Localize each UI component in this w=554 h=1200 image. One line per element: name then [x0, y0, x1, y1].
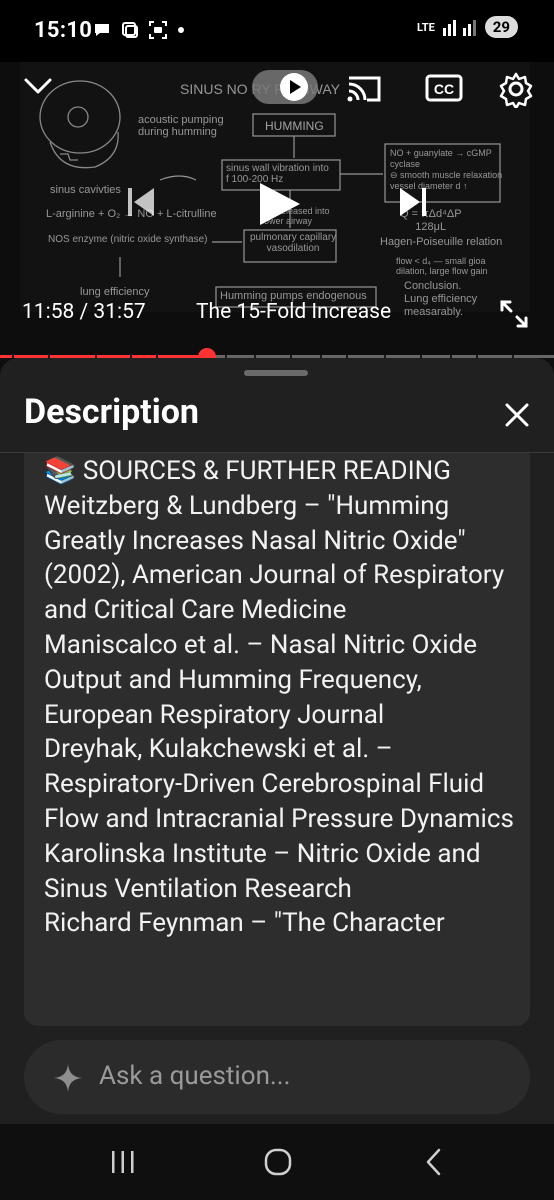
recents-icon[interactable]	[108, 1148, 138, 1176]
notification-icons	[92, 20, 186, 40]
status-bar: 15:10 LTE 29	[0, 0, 554, 62]
chat-icon	[95, 24, 109, 36]
sparkle-icon	[54, 1064, 82, 1092]
battery-indicator: 29	[484, 16, 518, 38]
svg-text:CC: CC	[434, 81, 454, 97]
signal-icon	[442, 20, 476, 36]
video-timecode: 11:58 / 31:57	[22, 300, 146, 324]
network-label: LTE	[417, 20, 435, 34]
ask-placeholder: Ask a question...	[99, 1061, 291, 1091]
home-icon[interactable]	[262, 1146, 294, 1178]
status-time: 15:10	[34, 18, 93, 43]
chevron-down-icon[interactable]	[20, 72, 56, 102]
system-nav-bar	[0, 1124, 554, 1200]
close-icon[interactable]	[496, 394, 538, 436]
description-card[interactable]: 📚 SOURCES & FURTHER READING Weitzberg & …	[24, 453, 530, 1026]
back-icon[interactable]	[420, 1146, 448, 1178]
copy-icon	[122, 22, 138, 38]
sheet-drag-handle[interactable]	[244, 370, 308, 376]
previous-icon[interactable]	[124, 184, 158, 220]
play-toggle-icon	[280, 73, 308, 101]
description-title: Description	[24, 392, 199, 432]
video-player[interactable]: SINUS NO RY PATHWAY HUMMING acoustic pum…	[0, 62, 554, 358]
cc-icon[interactable]: CC	[424, 72, 464, 104]
ask-question-input[interactable]: Ask a question...	[24, 1040, 530, 1114]
description-text: 📚 SOURCES & FURTHER READING Weitzberg & …	[44, 456, 514, 939]
screenshot-icon	[149, 21, 167, 39]
gear-icon[interactable]	[497, 70, 535, 108]
dot-icon	[178, 27, 184, 33]
chapter-title[interactable]: The 15-Fold Increase	[196, 300, 391, 324]
cast-icon[interactable]	[345, 72, 383, 104]
play-icon[interactable]	[254, 179, 304, 229]
fullscreen-icon[interactable]	[498, 298, 530, 330]
next-icon[interactable]	[396, 184, 430, 220]
status-right: LTE 29	[417, 16, 518, 38]
play-toggle-switch[interactable]	[252, 70, 318, 104]
